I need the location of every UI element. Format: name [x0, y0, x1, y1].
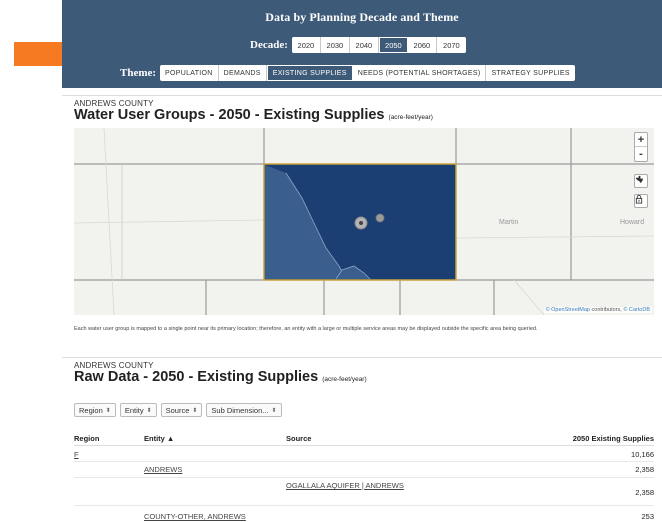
lock-icon — [635, 195, 643, 204]
theme-button-population[interactable]: POPULATION — [160, 65, 219, 81]
theme-button-strategy-supplies[interactable]: STRATEGY SUPPLIES — [486, 65, 574, 81]
updown-caret-icon: ⬍ — [146, 407, 152, 414]
map-canvas — [74, 128, 654, 315]
row-value: 2,358 — [635, 488, 654, 497]
attribution-text: contributors, — [590, 307, 624, 313]
theme-button-demands[interactable]: DEMANDS — [219, 65, 267, 81]
map-view[interactable]: Martin Howard + - © OpenStreetMap contri… — [74, 128, 654, 315]
texas-extent-button[interactable] — [634, 174, 648, 188]
source-filter-dropdown[interactable]: Source ⬍ — [160, 403, 203, 417]
decade-button-2060[interactable]: 2060 — [407, 37, 437, 53]
row-value: 253 — [641, 512, 654, 521]
texas-icon — [635, 175, 644, 184]
decade-button-2070[interactable]: 2070 — [436, 37, 466, 53]
subdimension-filter-dropdown[interactable]: Sub Dimension... ⬍ — [206, 403, 282, 417]
source-link[interactable]: OGALLALA AQUIFER | ANDREWS — [286, 481, 404, 490]
entity-filter-dropdown[interactable]: Entity ⬍ — [119, 403, 157, 417]
zoom-out-button[interactable]: - — [635, 147, 647, 161]
row-value: 10,166 — [631, 450, 654, 459]
theme-button-existing-supplies[interactable]: EXISTING SUPPLIES — [266, 65, 353, 81]
table-row: COUNTY-OTHER, ANDREWS 253 — [74, 510, 654, 522]
theme-button-needs[interactable]: NEEDS (POTENTIAL SHORTAGES) — [353, 65, 487, 81]
region-filter-dropdown[interactable]: Region ⬍ — [74, 403, 116, 417]
col-source[interactable]: Source — [286, 434, 311, 443]
header-title: Data by Planning Decade and Theme — [265, 10, 459, 24]
entity-filter-label: Entity — [124, 405, 144, 415]
map-panel-title: Water User Groups - 2050 - Existing Supp… — [74, 107, 433, 123]
raw-data-panel: ANDREWS COUNTY Raw Data - 2050 - Existin… — [62, 357, 662, 522]
entity-link[interactable]: ANDREWS — [144, 465, 182, 474]
raw-title-unit: (acre-feet/year) — [322, 376, 367, 383]
theme-button-group: POPULATION DEMANDS EXISTING SUPPLIES NEE… — [160, 65, 575, 81]
filter-bar: Region ⬍ Entity ⬍ Source ⬍ Sub Dimension...… — [74, 403, 282, 417]
page: Data by Planning Decade and Theme Decade… — [0, 0, 662, 522]
updown-caret-icon: ⬍ — [271, 407, 277, 414]
theme-label: Theme: — [120, 67, 157, 79]
table-row: F 10,166 — [74, 449, 654, 462]
decade-theme-header: Data by Planning Decade and Theme Decade… — [62, 0, 662, 88]
water-user-groups-panel: ANDREWS COUNTY Water User Groups - 2050 … — [62, 95, 662, 340]
map-label-howard: Howard — [620, 219, 645, 226]
map-footnote: Each water user group is mapped to a sin… — [74, 326, 538, 332]
lock-button[interactable] — [634, 194, 648, 208]
table-row: OGALLALA AQUIFER | ANDREWS 2,358 — [74, 480, 654, 506]
decade-button-group: 2020 2030 2040 2050 2060 2070 — [291, 37, 466, 53]
osm-attribution-link[interactable]: © OpenStreetMap — [546, 307, 590, 313]
decade-button-2030[interactable]: 2030 — [320, 37, 350, 53]
map-title-unit: (acre-feet/year) — [388, 114, 433, 121]
decade-button-2050[interactable]: 2050 — [378, 37, 408, 53]
decade-selector: Decade: 2020 2030 2040 2050 2060 2070 — [250, 36, 466, 54]
raw-panel-title: Raw Data - 2050 - Existing Supplies (acr… — [74, 369, 367, 385]
decade-button-2040[interactable]: 2040 — [349, 37, 379, 53]
decade-label: Decade: — [250, 39, 288, 51]
table-row: ANDREWS 2,358 — [74, 464, 654, 478]
theme-selector: Theme: POPULATION DEMANDS EXISTING SUPPL… — [120, 64, 575, 82]
entity-link[interactable]: COUNTY-OTHER, ANDREWS — [144, 512, 246, 521]
col-entity[interactable]: Entity ▲ — [144, 434, 174, 443]
region-filter-label: Region — [79, 405, 103, 415]
table-header: Region Entity ▲ Source 2050 Existing Sup… — [74, 434, 654, 446]
map-title-text: Water User Groups - 2050 - Existing Supp… — [74, 107, 385, 123]
subdimension-filter-label: Sub Dimension... — [211, 405, 269, 415]
zoom-control: + - — [634, 132, 648, 162]
zoom-in-button[interactable]: + — [635, 133, 647, 147]
map-label-martin: Martin — [499, 219, 519, 226]
col-region[interactable]: Region — [74, 434, 99, 443]
source-filter-label: Source — [165, 405, 190, 415]
cartodb-attribution-link[interactable]: © CartoDB — [623, 307, 650, 313]
decade-button-2020[interactable]: 2020 — [291, 37, 321, 53]
raw-title-text: Raw Data - 2050 - Existing Supplies — [74, 369, 319, 385]
col-value[interactable]: 2050 Existing Supplies — [573, 434, 654, 443]
region-link[interactable]: F — [74, 450, 79, 459]
updown-caret-icon: ⬍ — [192, 407, 198, 414]
updown-caret-icon: ⬍ — [105, 407, 111, 414]
row-value: 2,358 — [635, 465, 654, 474]
map-attribution: © OpenStreetMap contributors, © CartoDB — [543, 307, 652, 313]
